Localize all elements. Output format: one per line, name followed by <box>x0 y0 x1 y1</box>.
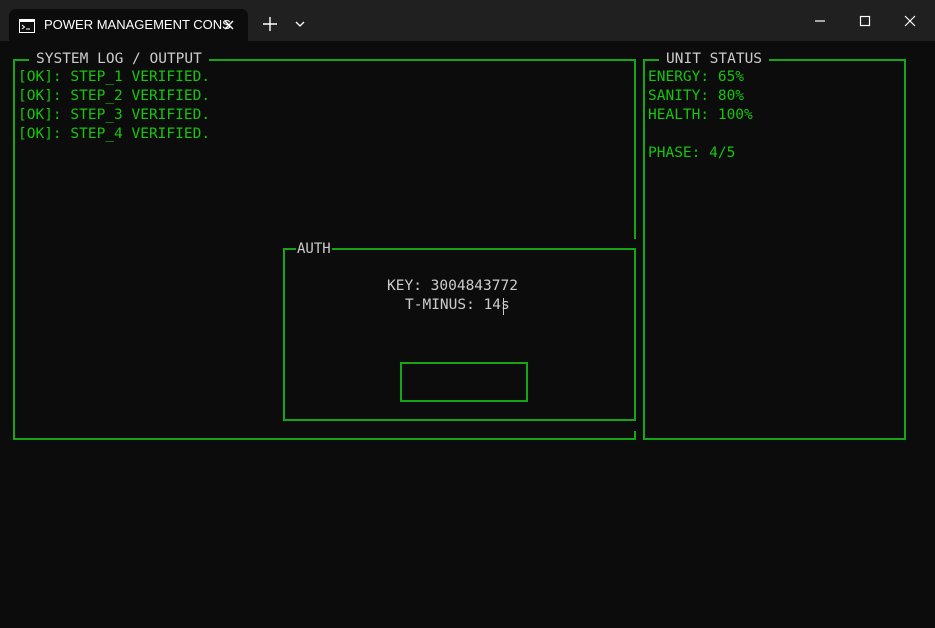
auth-title: AUTH <box>296 240 332 258</box>
maximize-icon[interactable] <box>852 8 878 34</box>
auth-countdown: T-MINUS: 14s <box>405 297 510 313</box>
health-readout: HEALTH: 100% <box>648 107 753 123</box>
chevron-down-icon[interactable] <box>291 14 309 34</box>
title-bar: POWER MANAGEMENT CONS <box>0 0 935 41</box>
system-log-title: SYSTEM LOG / OUTPUT <box>29 50 209 68</box>
plus-icon[interactable] <box>258 12 282 36</box>
panel-border <box>634 59 636 239</box>
log-line: [OK]: STEP_1 VERIFIED. <box>18 69 211 85</box>
close-icon[interactable] <box>221 17 237 33</box>
auth-key: KEY: 3004843772 <box>387 278 518 294</box>
unit-status-title: UNIT STATUS <box>659 50 770 68</box>
tab-power-management[interactable]: POWER MANAGEMENT CONS <box>9 9 248 41</box>
terminal-icon <box>19 18 35 37</box>
sanity-readout: SANITY: 80% <box>648 88 745 104</box>
panel-border <box>634 431 636 439</box>
log-line: [OK]: STEP_3 VERIFIED. <box>18 107 211 123</box>
minimize-icon[interactable] <box>807 8 833 34</box>
close-window-icon[interactable] <box>897 8 923 34</box>
tab-title: POWER MANAGEMENT CONS <box>44 17 231 32</box>
terminal-area[interactable]: SYSTEM LOG / OUTPUT [OK]: STEP_1 VERIFIE… <box>0 41 935 628</box>
energy-readout: ENERGY: 65% <box>648 69 745 85</box>
log-line: [OK]: STEP_2 VERIFIED. <box>18 88 211 104</box>
phase-readout: PHASE: 4/5 <box>648 145 736 161</box>
text-cursor <box>503 298 504 315</box>
log-line: [OK]: STEP_4 VERIFIED. <box>18 126 211 142</box>
auth-key-input[interactable] <box>400 362 528 402</box>
